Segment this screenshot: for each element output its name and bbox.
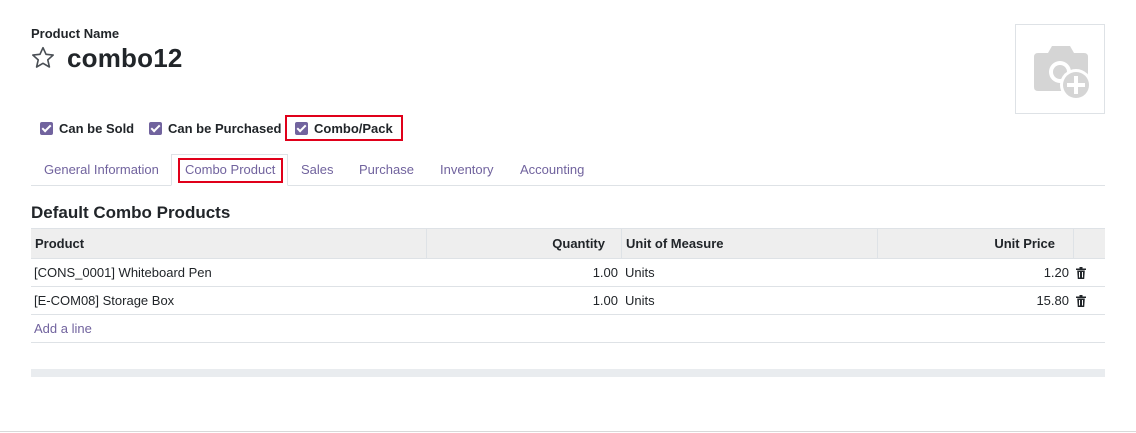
combo-pack-highlight (285, 115, 403, 141)
checkbox-checked-icon (40, 121, 53, 135)
cell-uom[interactable]: Units (625, 287, 655, 314)
table-row[interactable]: [E-COM08] Storage Box 1.00 Units 15.80 (31, 287, 1105, 315)
cell-uom[interactable]: Units (625, 259, 655, 286)
column-header-quantity[interactable]: Quantity (427, 229, 605, 258)
cell-quantity[interactable]: 1.00 (427, 259, 618, 286)
column-header-product[interactable]: Product (35, 229, 84, 258)
tab-inventory[interactable]: Inventory (440, 162, 493, 177)
cell-unit-price[interactable]: 15.80 (878, 287, 1069, 314)
column-separator (621, 229, 622, 258)
form-footer-bar (31, 369, 1105, 377)
add-line-row: Add a line (31, 315, 1105, 343)
column-separator (1073, 229, 1074, 258)
product-name-label: Product Name (31, 26, 120, 41)
can-be-sold-label: Can be Sold (59, 120, 135, 136)
cell-quantity[interactable]: 1.00 (427, 287, 618, 314)
combo-product-tab-highlight (178, 158, 283, 183)
camera-plus-icon (1034, 46, 1092, 101)
cell-unit-price[interactable]: 1.20 (878, 259, 1069, 286)
column-header-uom[interactable]: Unit of Measure (626, 229, 724, 258)
trash-icon[interactable] (1076, 295, 1086, 307)
can-be-purchased-label: Can be Purchased (168, 120, 282, 136)
trash-icon[interactable] (1076, 267, 1086, 279)
product-form: Product Name combo12 Can be Sold Can be … (0, 0, 1136, 433)
bottom-divider (0, 431, 1136, 432)
tab-accounting[interactable]: Accounting (520, 162, 584, 177)
can-be-purchased-checkbox[interactable]: Can be Purchased (149, 118, 281, 138)
section-title: Default Combo Products (31, 203, 231, 222)
cell-product[interactable]: [CONS_0001] Whiteboard Pen (34, 259, 212, 286)
add-line-link[interactable]: Add a line (34, 315, 92, 342)
can-be-sold-checkbox[interactable]: Can be Sold (40, 118, 134, 138)
table-row[interactable]: [CONS_0001] Whiteboard Pen 1.00 Units 1.… (31, 259, 1105, 287)
table-header: Product Quantity Unit of Measure Unit Pr… (31, 228, 1105, 259)
column-header-unit-price[interactable]: Unit Price (878, 229, 1055, 258)
tab-purchase[interactable]: Purchase (359, 162, 414, 177)
product-name-field[interactable]: combo12 (67, 43, 183, 74)
checkbox-checked-icon (149, 121, 162, 135)
tab-general-information[interactable]: General Information (44, 162, 159, 177)
product-image-uploader[interactable] (1015, 24, 1105, 114)
star-icon[interactable] (30, 45, 56, 71)
tab-sales[interactable]: Sales (301, 162, 334, 177)
combo-products-table: Product Quantity Unit of Measure Unit Pr… (31, 228, 1105, 343)
cell-product[interactable]: [E-COM08] Storage Box (34, 287, 174, 314)
